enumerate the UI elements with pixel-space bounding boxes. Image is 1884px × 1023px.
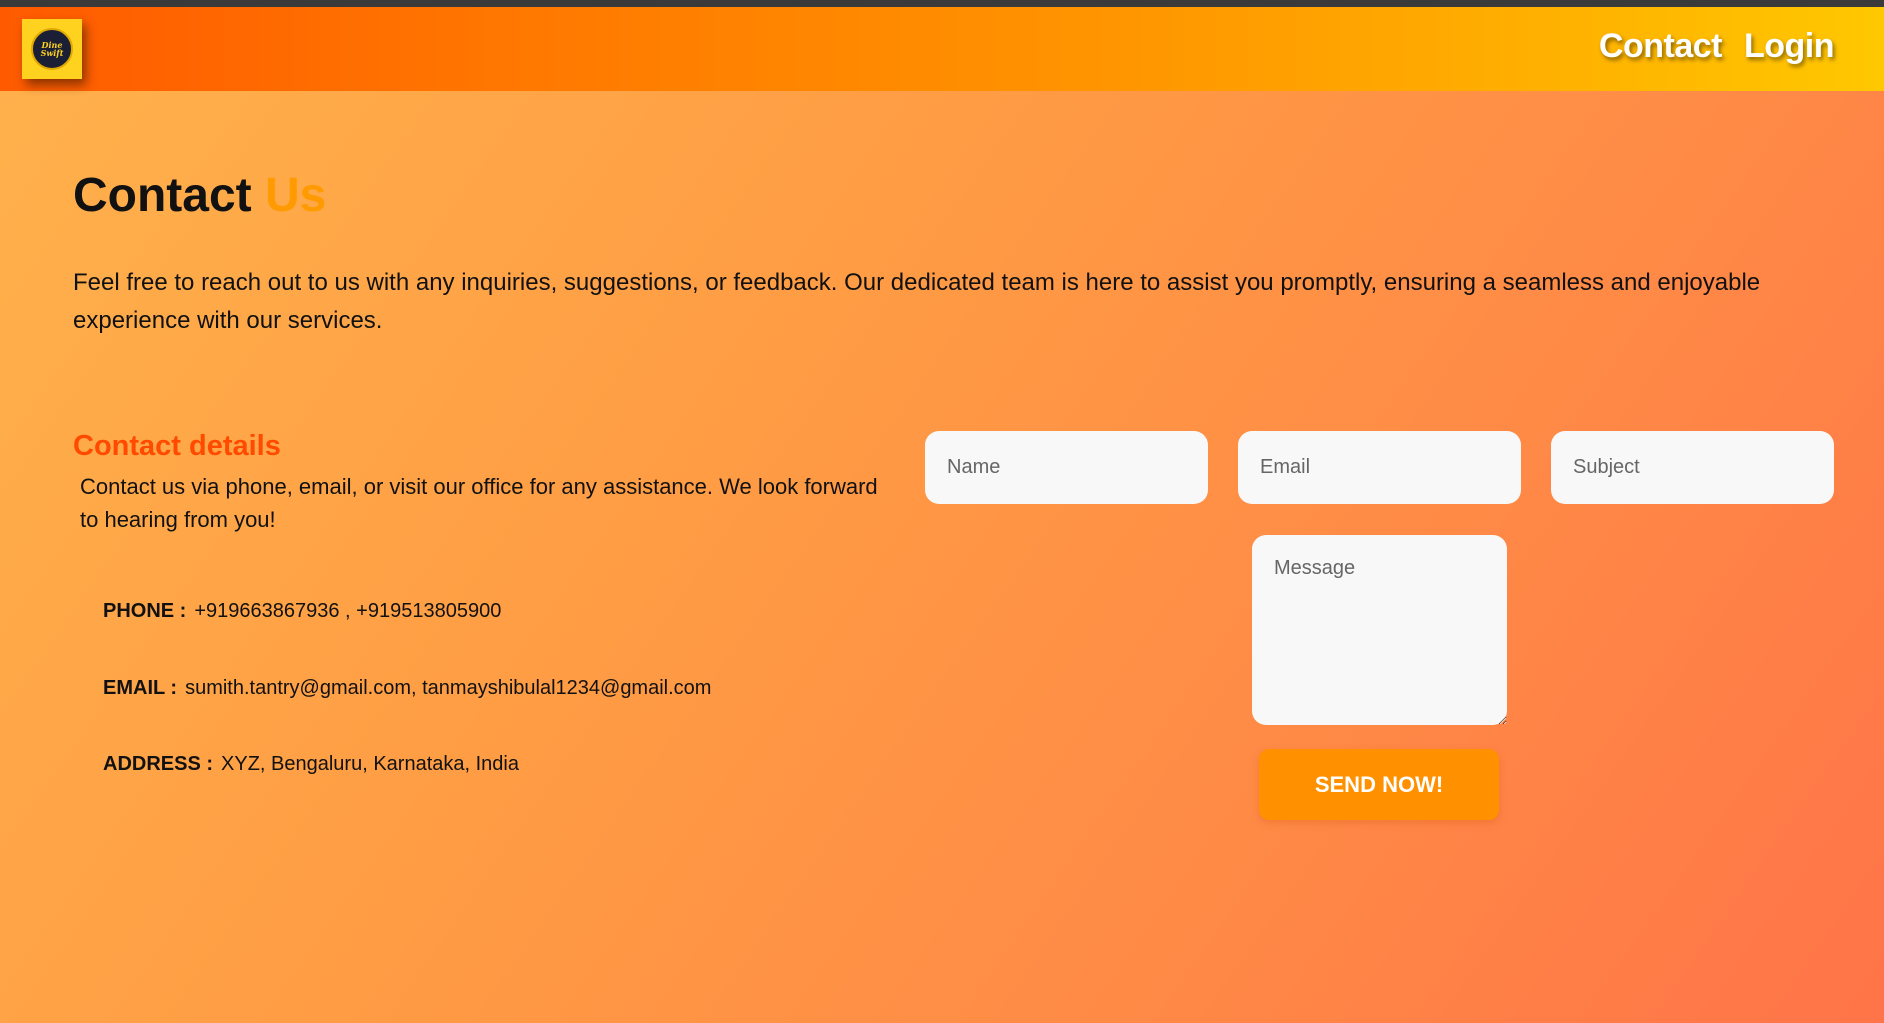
email-input[interactable]: [1238, 431, 1521, 504]
address-row: ADDRESS : XYZ, Bengaluru, Karnataka, Indi…: [103, 753, 519, 776]
page-title: Contact Us: [73, 168, 326, 223]
site-logo[interactable]: Dine Swift: [22, 19, 82, 79]
email-row: EMAIL : sumith.tantry@gmail.com, tanmaysh…: [103, 677, 711, 700]
subject-input[interactable]: [1551, 431, 1834, 504]
logo-emblem: Dine Swift: [31, 28, 73, 70]
nav-links: Contact Login: [1599, 27, 1835, 66]
name-input[interactable]: [925, 431, 1208, 504]
page-title-main: Contact: [73, 169, 252, 222]
send-now-button[interactable]: SEND NOW!: [1259, 749, 1499, 820]
phone-row: PHONE : +919663867936 , +919513805900: [103, 600, 501, 623]
browser-top-strip: [0, 0, 1884, 7]
address-label: ADDRESS :: [103, 753, 214, 775]
phone-value: +919663867936 , +919513805900: [194, 600, 502, 622]
navbar: Dine Swift Contact Login: [0, 7, 1884, 91]
address-value: XYZ, Bengaluru, Karnataka, India: [221, 753, 519, 775]
nav-link-contact[interactable]: Contact: [1599, 27, 1723, 66]
email-value: sumith.tantry@gmail.com, tanmayshibulal1…: [185, 677, 712, 699]
contact-details-description: Contact us via phone, email, or visit ou…: [80, 474, 878, 532]
nav-link-login[interactable]: Login: [1744, 27, 1835, 66]
intro-paragraph: Feel free to reach out to us with any in…: [73, 269, 1761, 334]
message-textarea[interactable]: [1252, 535, 1507, 725]
phone-label: PHONE :: [103, 600, 187, 622]
page-title-accent: Us: [265, 169, 327, 222]
contact-details-heading: Contact details: [73, 430, 281, 462]
email-label: EMAIL :: [103, 677, 178, 699]
logo-text-line-2: Swift: [40, 48, 64, 58]
